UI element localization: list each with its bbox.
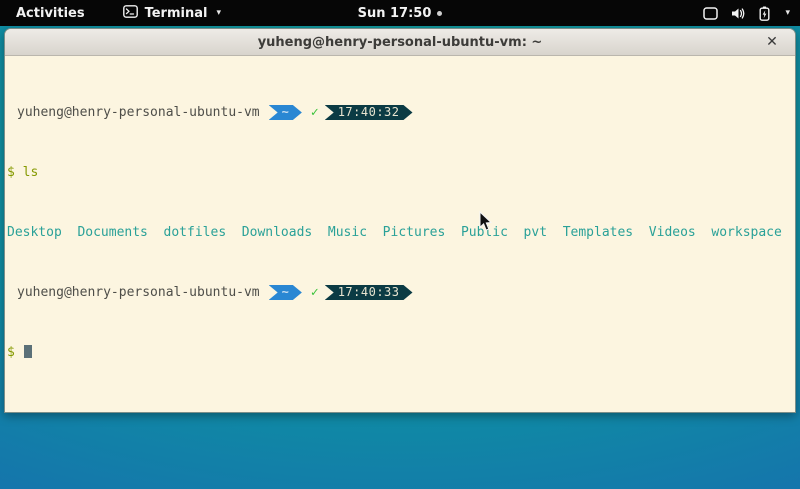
command-line: $ ls: [7, 165, 793, 180]
window-titlebar[interactable]: yuheng@henry-personal-ubuntu-vm: ~ ✕: [5, 29, 795, 56]
chevron-down-icon: ▾: [216, 8, 221, 18]
system-status-area[interactable]: ▾: [703, 0, 790, 26]
prompt-cwd-segment: ~: [269, 285, 302, 300]
clock-container: Sun 17:50: [0, 0, 800, 26]
current-input-line: $: [7, 345, 793, 360]
battery-charging-icon: [759, 6, 770, 21]
terminal-icon: [123, 5, 138, 22]
terminal-window: yuheng@henry-personal-ubuntu-vm: ~ ✕ yuh…: [4, 28, 796, 413]
prompt-line-2: yuheng@henry-personal-ubuntu-vm ~ ✓ 17:40:3…: [7, 285, 793, 300]
app-menu-label: Terminal: [145, 6, 208, 21]
notification-dot: [437, 11, 442, 16]
clock-button[interactable]: Sun 17:50: [358, 6, 443, 21]
typed-command: ls: [23, 165, 39, 180]
clock-label: Sun 17:50: [358, 6, 432, 21]
top-bar: Activities Terminal ▾ Sun 17:50: [0, 0, 800, 26]
ls-output-line: Desktop Documents dotfiles Downloads Mus…: [7, 225, 793, 240]
prompt-time-segment: 17:40:32: [325, 105, 413, 120]
activities-button[interactable]: Activities: [10, 4, 91, 23]
prompt-cwd-segment: ~: [269, 105, 302, 120]
window-title: yuheng@henry-personal-ubuntu-vm: ~: [258, 35, 543, 50]
prompt-symbol: $: [7, 345, 15, 360]
prompt-status-check-icon: ✓: [311, 105, 319, 120]
prompt-status-check-icon: ✓: [311, 285, 319, 300]
prompt-user-host: yuheng@henry-personal-ubuntu-vm: [7, 105, 260, 120]
display-icon: [703, 7, 718, 20]
prompt-time-segment: 17:40:33: [325, 285, 413, 300]
terminal-cursor: [24, 345, 32, 358]
chevron-down-icon: ▾: [785, 8, 790, 18]
volume-icon: [731, 7, 746, 20]
close-icon[interactable]: ✕: [763, 33, 781, 51]
app-menu-terminal[interactable]: Terminal ▾: [123, 5, 221, 22]
prompt-symbol: $: [7, 165, 15, 180]
terminal-content[interactable]: yuheng@henry-personal-ubuntu-vm ~ ✓ 17:40:3…: [5, 57, 795, 412]
prompt-user-host: yuheng@henry-personal-ubuntu-vm: [7, 285, 260, 300]
prompt-line-1: yuheng@henry-personal-ubuntu-vm ~ ✓ 17:40:3…: [7, 105, 793, 120]
